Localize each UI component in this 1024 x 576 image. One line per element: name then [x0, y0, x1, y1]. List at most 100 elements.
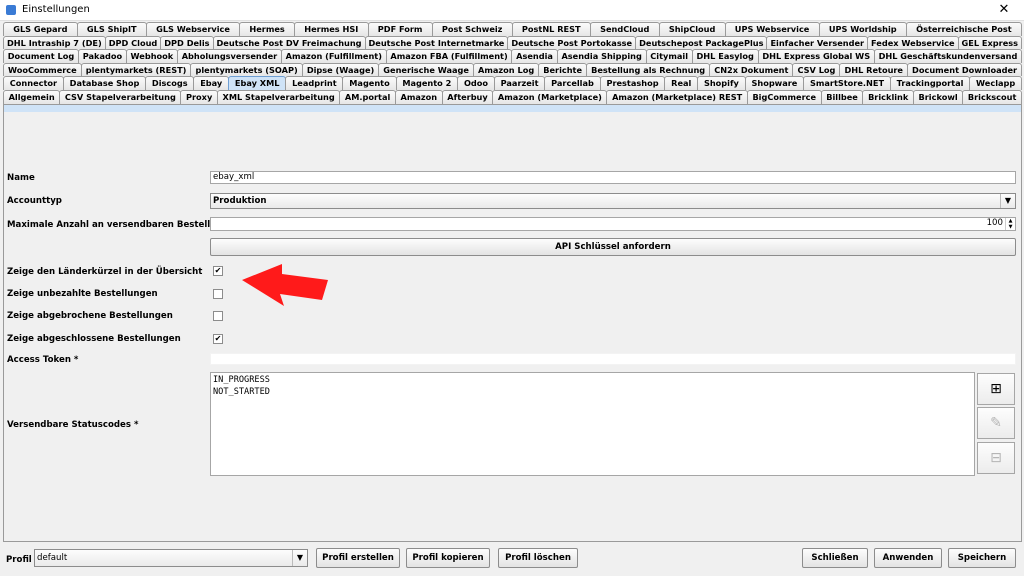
tab[interactable]: Trackingportal: [889, 76, 971, 90]
tab[interactable]: Database Shop: [62, 76, 147, 90]
tab[interactable]: DPD Cloud: [104, 35, 162, 50]
spinner-arrows-icon[interactable]: ▲ ▼: [1005, 218, 1015, 230]
tab[interactable]: Discogs: [145, 76, 195, 90]
tab[interactable]: ShipCloud: [658, 22, 726, 36]
accounttyp-select[interactable]: Produktion ▼: [210, 193, 1016, 209]
tab[interactable]: Shopify: [697, 76, 746, 90]
tab[interactable]: Amazon FBA (Fulfillment): [385, 49, 513, 63]
tab[interactable]: CSV Stapelverarbeitung: [59, 89, 182, 104]
show-completed-checkbox[interactable]: ✔: [213, 334, 223, 344]
tab[interactable]: Einfacher Versender: [766, 35, 869, 50]
tab[interactable]: Post Schweiz: [431, 22, 513, 36]
edit-status-button[interactable]: ✎: [977, 407, 1015, 439]
tab[interactable]: Asendia: [511, 49, 558, 63]
tab[interactable]: Abholungsversender: [176, 49, 282, 63]
list-item[interactable]: NOT_STARTED: [213, 387, 972, 399]
tab[interactable]: GLS Webservice: [145, 22, 241, 36]
show-cancelled-checkbox[interactable]: [213, 311, 223, 321]
tab[interactable]: Prestashop: [599, 76, 666, 90]
tab[interactable]: Weclapp: [969, 76, 1023, 90]
tab[interactable]: Amazon (Marketplace): [492, 89, 608, 104]
tab[interactable]: Dipse (Waage): [301, 62, 380, 77]
tab[interactable]: Ebay: [193, 76, 230, 90]
tab[interactable]: Ebay XML: [228, 76, 287, 90]
tab[interactable]: UPS Worldship: [818, 22, 907, 36]
show-country-code-checkbox[interactable]: ✔: [213, 266, 223, 276]
tab[interactable]: GLS ShipIT: [76, 22, 147, 36]
access-token-input[interactable]: [210, 353, 1016, 365]
tab[interactable]: Amazon: [394, 89, 443, 104]
tab[interactable]: Citymail: [645, 49, 693, 63]
tab[interactable]: GLS Gepard: [3, 22, 78, 36]
tab[interactable]: Hermes: [239, 22, 296, 36]
tab[interactable]: Shopware: [744, 76, 805, 90]
add-status-button[interactable]: ⊞: [977, 373, 1015, 405]
tab[interactable]: SmartStore.NET: [803, 76, 891, 90]
tab[interactable]: Connector: [3, 76, 64, 90]
close-icon[interactable]: ✕: [984, 0, 1024, 20]
tab[interactable]: Deutschepost PackagePlus: [635, 35, 768, 50]
tab[interactable]: Afterbuy: [441, 89, 494, 104]
tab[interactable]: Pakadoo: [77, 49, 127, 63]
profile-select[interactable]: default ▼: [34, 549, 308, 567]
tab[interactable]: Billbee: [820, 89, 864, 104]
tab[interactable]: DHL Express Global WS: [757, 49, 875, 63]
tab[interactable]: Asendia Shipping: [556, 49, 647, 63]
tab[interactable]: plentymarkets (REST): [80, 62, 192, 77]
tab[interactable]: DHL Intraship 7 (DE): [3, 35, 106, 50]
tab[interactable]: DHL Geschäftskundenversand: [873, 49, 1023, 63]
create-profile-button[interactable]: Profil erstellen: [316, 548, 400, 568]
tab[interactable]: UPS Webservice: [724, 22, 820, 36]
tab[interactable]: Paarzeit: [493, 76, 546, 90]
tab[interactable]: Amazon (Fulfillment): [280, 49, 387, 63]
tab[interactable]: DHL Retoure: [839, 62, 909, 77]
tab[interactable]: GEL Express: [957, 35, 1022, 50]
save-button[interactable]: Speichern: [948, 548, 1016, 568]
tab[interactable]: Allgemein: [3, 89, 61, 104]
tab[interactable]: Österreichische Post: [905, 22, 1022, 36]
max-orders-spinner[interactable]: 100 ▲ ▼: [210, 217, 1016, 231]
tab[interactable]: Deutsche Post DV Freimachung: [212, 35, 366, 50]
tab[interactable]: BigCommerce: [746, 89, 822, 104]
tab[interactable]: Deutsche Post Internetmarke: [364, 35, 509, 50]
list-item[interactable]: IN_PROGRESS: [213, 375, 972, 387]
tab[interactable]: Odoo: [457, 76, 495, 90]
tab[interactable]: Magento: [342, 76, 397, 90]
tab[interactable]: PDF Form: [367, 22, 433, 36]
name-input[interactable]: ebay_xml: [210, 171, 1016, 184]
tab[interactable]: Hermes HSI: [294, 22, 369, 36]
tab[interactable]: AM.portal: [339, 89, 396, 104]
tab[interactable]: Deutsche Post Portokasse: [507, 35, 637, 50]
tab[interactable]: Magento 2: [395, 76, 459, 90]
tab[interactable]: Berichte: [538, 62, 588, 77]
tab[interactable]: Webhook: [125, 49, 178, 63]
tab[interactable]: XML Stapelverarbeitung: [216, 89, 341, 104]
tab[interactable]: Brickowl: [912, 89, 964, 104]
tab[interactable]: Parcellab: [544, 76, 601, 90]
tab[interactable]: Generische Waage: [378, 62, 474, 77]
tab[interactable]: Brickscout: [962, 89, 1022, 104]
tab[interactable]: SendCloud: [589, 22, 660, 36]
close-button[interactable]: Schließen: [802, 548, 868, 568]
copy-profile-button[interactable]: Profil kopieren: [406, 548, 490, 568]
tab[interactable]: Bricklink: [862, 89, 914, 104]
tab[interactable]: WooCommerce: [3, 62, 82, 77]
tab[interactable]: Real: [664, 76, 699, 90]
show-unpaid-checkbox[interactable]: [213, 289, 223, 299]
tab[interactable]: plentymarkets (SOAP): [190, 62, 303, 77]
tab[interactable]: Proxy: [180, 89, 218, 104]
apply-button[interactable]: Anwenden: [874, 548, 942, 568]
tab[interactable]: Document Log: [3, 49, 79, 63]
tab[interactable]: Leadprint: [285, 76, 344, 90]
tab[interactable]: CN2x Dokument: [709, 62, 794, 77]
tab[interactable]: Bestellung als Rechnung: [586, 62, 711, 77]
tab[interactable]: CSV Log: [792, 62, 841, 77]
tab[interactable]: DHL Easylog: [691, 49, 759, 63]
tab[interactable]: Amazon Log: [473, 62, 540, 77]
tab[interactable]: DPD Delis: [160, 35, 214, 50]
api-key-button[interactable]: API Schlüssel anfordern: [210, 238, 1016, 256]
tab[interactable]: PostNL REST: [511, 22, 591, 36]
tab[interactable]: Amazon (Marketplace) REST: [606, 89, 748, 104]
tab[interactable]: Document Downloader: [907, 62, 1023, 77]
tab[interactable]: Fedex Webservice: [867, 35, 959, 50]
